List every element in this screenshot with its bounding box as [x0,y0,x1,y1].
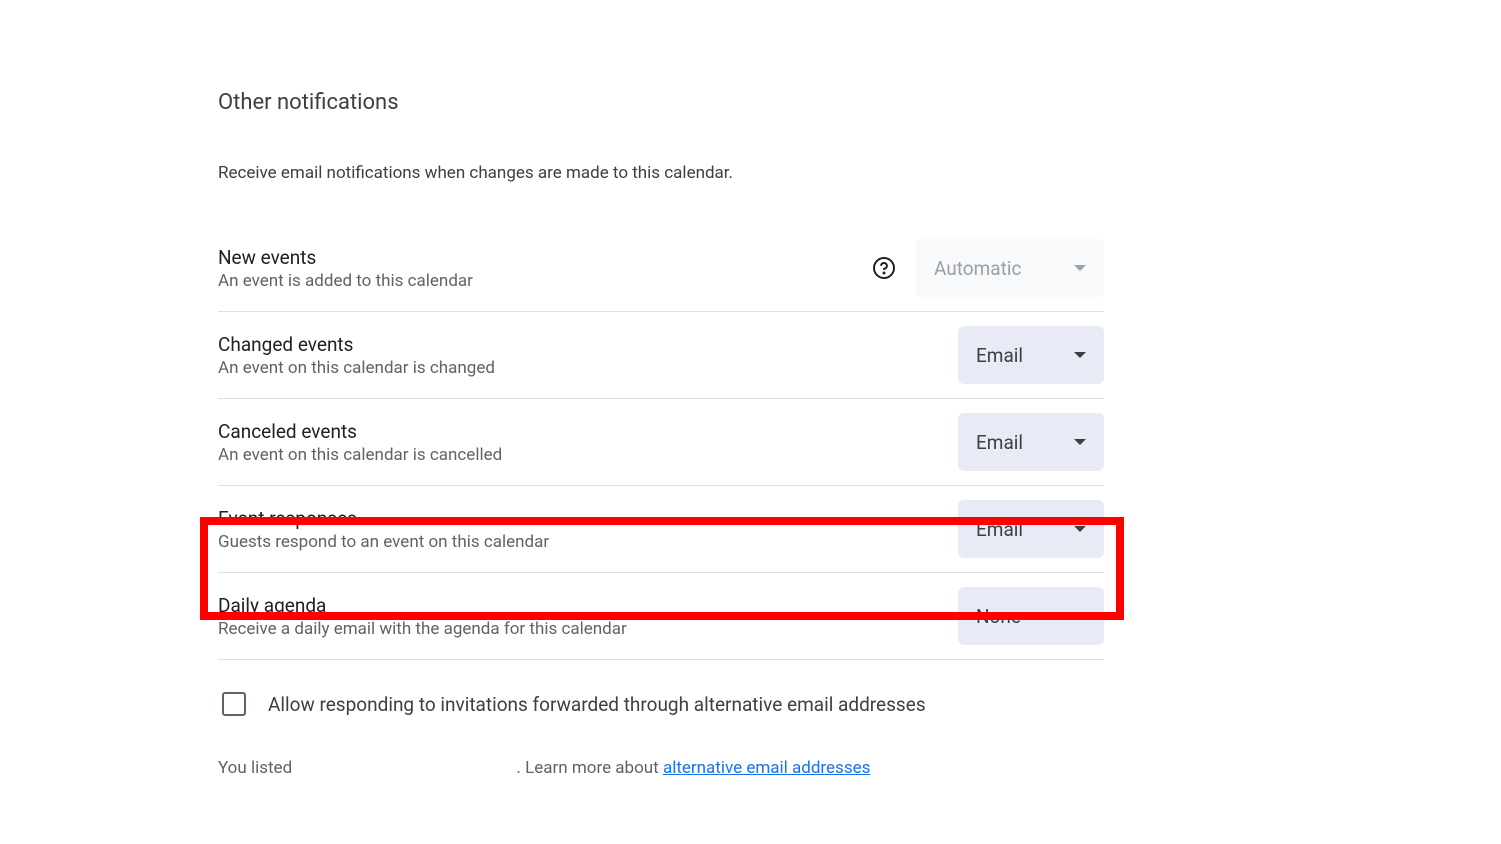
dropdown-changed-events[interactable]: Email [958,326,1104,384]
footer-middle: . Learn more about [516,758,663,778]
footer-prefix: You listed [218,758,296,778]
row-desc: An event on this calendar is changed [218,358,958,378]
row-desc: Receive a daily email with the agenda fo… [218,619,958,639]
redacted-email [296,759,516,779]
row-changed-events: Changed events An event on this calendar… [218,312,1104,399]
dropdown-daily-agenda[interactable]: None [958,587,1104,645]
chevron-down-icon [1074,613,1086,619]
footer-text: You listed . Learn more about alternativ… [218,758,1104,779]
checkbox-label: Allow responding to invitations forwarde… [268,693,926,716]
row-desc: Guests respond to an event on this calen… [218,532,958,552]
row-title: New events [218,246,872,269]
dropdown-value: Email [976,431,1023,454]
row-title: Event responses [218,507,958,530]
chevron-down-icon [1074,265,1086,271]
row-desc: An event on this calendar is cancelled [218,445,958,465]
chevron-down-icon [1074,439,1086,445]
row-title: Canceled events [218,420,958,443]
alternative-email-link[interactable]: alternative email addresses [663,758,870,778]
row-title: Daily agenda [218,594,958,617]
row-canceled-events: Canceled events An event on this calenda… [218,399,1104,486]
checkbox-row: Allow responding to invitations forwarde… [218,674,1104,716]
dropdown-value: Automatic [934,257,1021,280]
row-title: Changed events [218,333,958,356]
chevron-down-icon [1074,526,1086,532]
dropdown-value: None [976,605,1021,628]
section-title: Other notifications [218,90,1104,115]
row-new-events: New events An event is added to this cal… [218,225,1104,312]
row-daily-agenda: Daily agenda Receive a daily email with … [218,573,1104,660]
help-icon[interactable] [872,256,896,280]
row-event-responses: Event responses Guests respond to an eve… [218,486,1104,573]
dropdown-value: Email [976,344,1023,367]
dropdown-canceled-events[interactable]: Email [958,413,1104,471]
checkbox-allow-forwarded[interactable] [222,692,246,716]
dropdown-value: Email [976,518,1023,541]
chevron-down-icon [1074,352,1086,358]
section-description: Receive email notifications when changes… [218,163,1104,183]
dropdown-new-events: Automatic [916,239,1104,297]
dropdown-event-responses[interactable]: Email [958,500,1104,558]
row-desc: An event is added to this calendar [218,271,872,291]
